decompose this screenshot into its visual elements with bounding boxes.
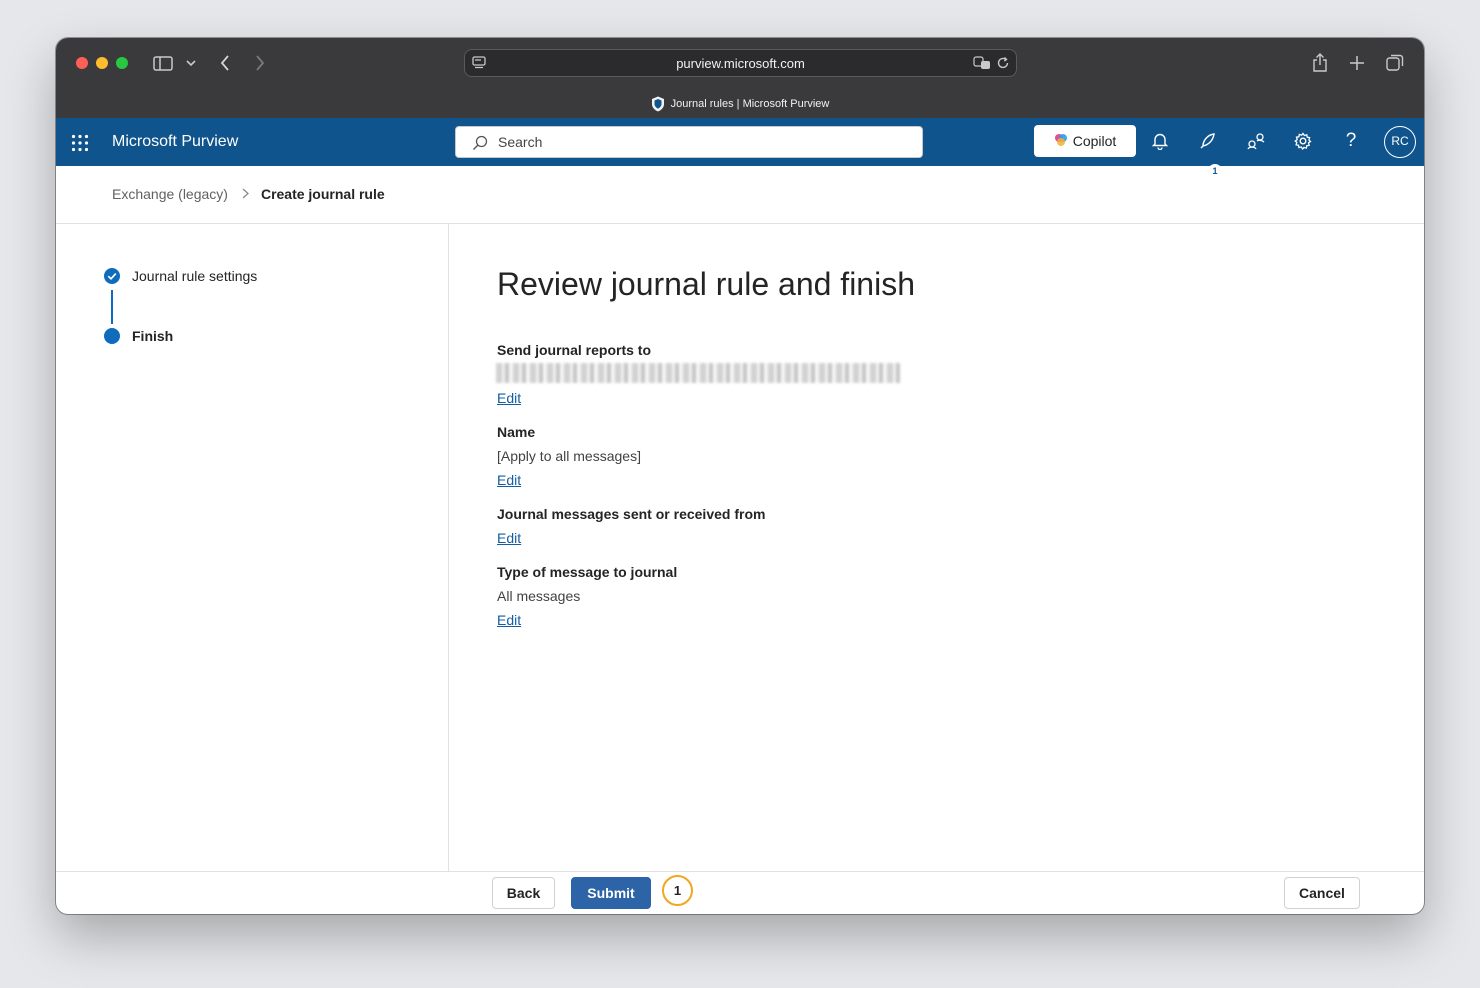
- active-tab[interactable]: Journal rules | Microsoft Purview: [56, 96, 1424, 112]
- tab-overview-icon[interactable]: [1385, 53, 1405, 73]
- url-text: purview.microsoft.com: [676, 56, 805, 71]
- breadcrumb: Exchange (legacy) Create journal rule: [112, 186, 385, 202]
- cancel-button[interactable]: Cancel: [1284, 877, 1360, 909]
- chevron-right-icon: [242, 187, 249, 202]
- connections-icon[interactable]: [1245, 130, 1267, 152]
- new-tab-icon[interactable]: [1347, 53, 1367, 73]
- browser-window: purview.microsoft.com Journal rules | Mi…: [56, 38, 1424, 914]
- step-completed-check-icon: [104, 268, 120, 284]
- step-marker: 1: [662, 875, 693, 906]
- name-value: [Apply to all messages]: [497, 448, 641, 464]
- app-brand[interactable]: Microsoft Purview: [112, 133, 238, 151]
- send-reports-label: Send journal reports to: [497, 342, 652, 358]
- close-window-button[interactable]: [76, 57, 88, 69]
- rocket-icon[interactable]: [1197, 130, 1219, 152]
- redacted-email: [496, 363, 900, 383]
- message-type-label: Type of message to journal: [497, 564, 678, 580]
- step-connector: [111, 290, 113, 324]
- chevron-down-icon[interactable]: [184, 57, 198, 69]
- forward-nav-icon[interactable]: [251, 53, 269, 73]
- submit-button[interactable]: Submit: [571, 877, 651, 909]
- stepper-divider: [448, 224, 449, 871]
- footer-divider: [56, 871, 1424, 872]
- sent-received-label: Journal messages sent or received from: [497, 506, 766, 522]
- share-icon[interactable]: [1310, 52, 1330, 74]
- zoom-window-button[interactable]: [116, 57, 128, 69]
- tab-title-text: Journal rules | Microsoft Purview: [670, 98, 830, 110]
- search-input[interactable]: [498, 127, 898, 157]
- bell-icon[interactable]: [1149, 130, 1171, 152]
- minimize-window-button[interactable]: [96, 57, 108, 69]
- avatar[interactable]: RC: [1384, 126, 1416, 158]
- address-bar[interactable]: purview.microsoft.com: [464, 49, 1017, 77]
- edit-sent-received-link[interactable]: Edit: [497, 530, 521, 546]
- browser-toolbar: purview.microsoft.com Journal rules | Mi…: [56, 38, 1424, 118]
- app-header: Microsoft Purview Copilot 1 ? RC: [56, 118, 1424, 178]
- edit-send-reports-link[interactable]: Edit: [497, 390, 521, 406]
- reload-icon[interactable]: [995, 55, 1011, 71]
- back-nav-icon[interactable]: [216, 53, 234, 73]
- breadcrumb-exchange-link[interactable]: Exchange (legacy): [112, 186, 228, 202]
- name-label: Name: [497, 424, 536, 440]
- app-launcher-icon[interactable]: [71, 134, 89, 152]
- gear-icon[interactable]: [1292, 130, 1314, 152]
- sidebar-toggle-icon[interactable]: [152, 54, 174, 72]
- edit-name-link[interactable]: Edit: [497, 472, 521, 488]
- step-current-dot: [104, 328, 120, 344]
- breadcrumb-divider: [56, 223, 1424, 224]
- purview-shield-icon: [651, 96, 665, 112]
- back-button[interactable]: Back: [492, 877, 555, 909]
- page-title: Review journal rule and finish: [497, 266, 915, 302]
- help-icon[interactable]: ?: [1340, 130, 1362, 152]
- step-finish: Finish: [132, 328, 174, 344]
- search-box[interactable]: [455, 126, 923, 158]
- copilot-label: Copilot: [1072, 133, 1117, 149]
- copilot-icon: [1054, 133, 1068, 150]
- copilot-button[interactable]: Copilot: [1034, 125, 1136, 157]
- message-type-value: All messages: [497, 588, 581, 604]
- search-icon: [472, 135, 488, 151]
- notification-badge: 1: [1208, 164, 1222, 178]
- translate-icon[interactable]: [973, 55, 991, 71]
- breadcrumb-current: Create journal rule: [260, 186, 385, 202]
- step-journal-rule-settings[interactable]: Journal rule settings: [132, 268, 257, 284]
- edit-message-type-link[interactable]: Edit: [497, 612, 521, 628]
